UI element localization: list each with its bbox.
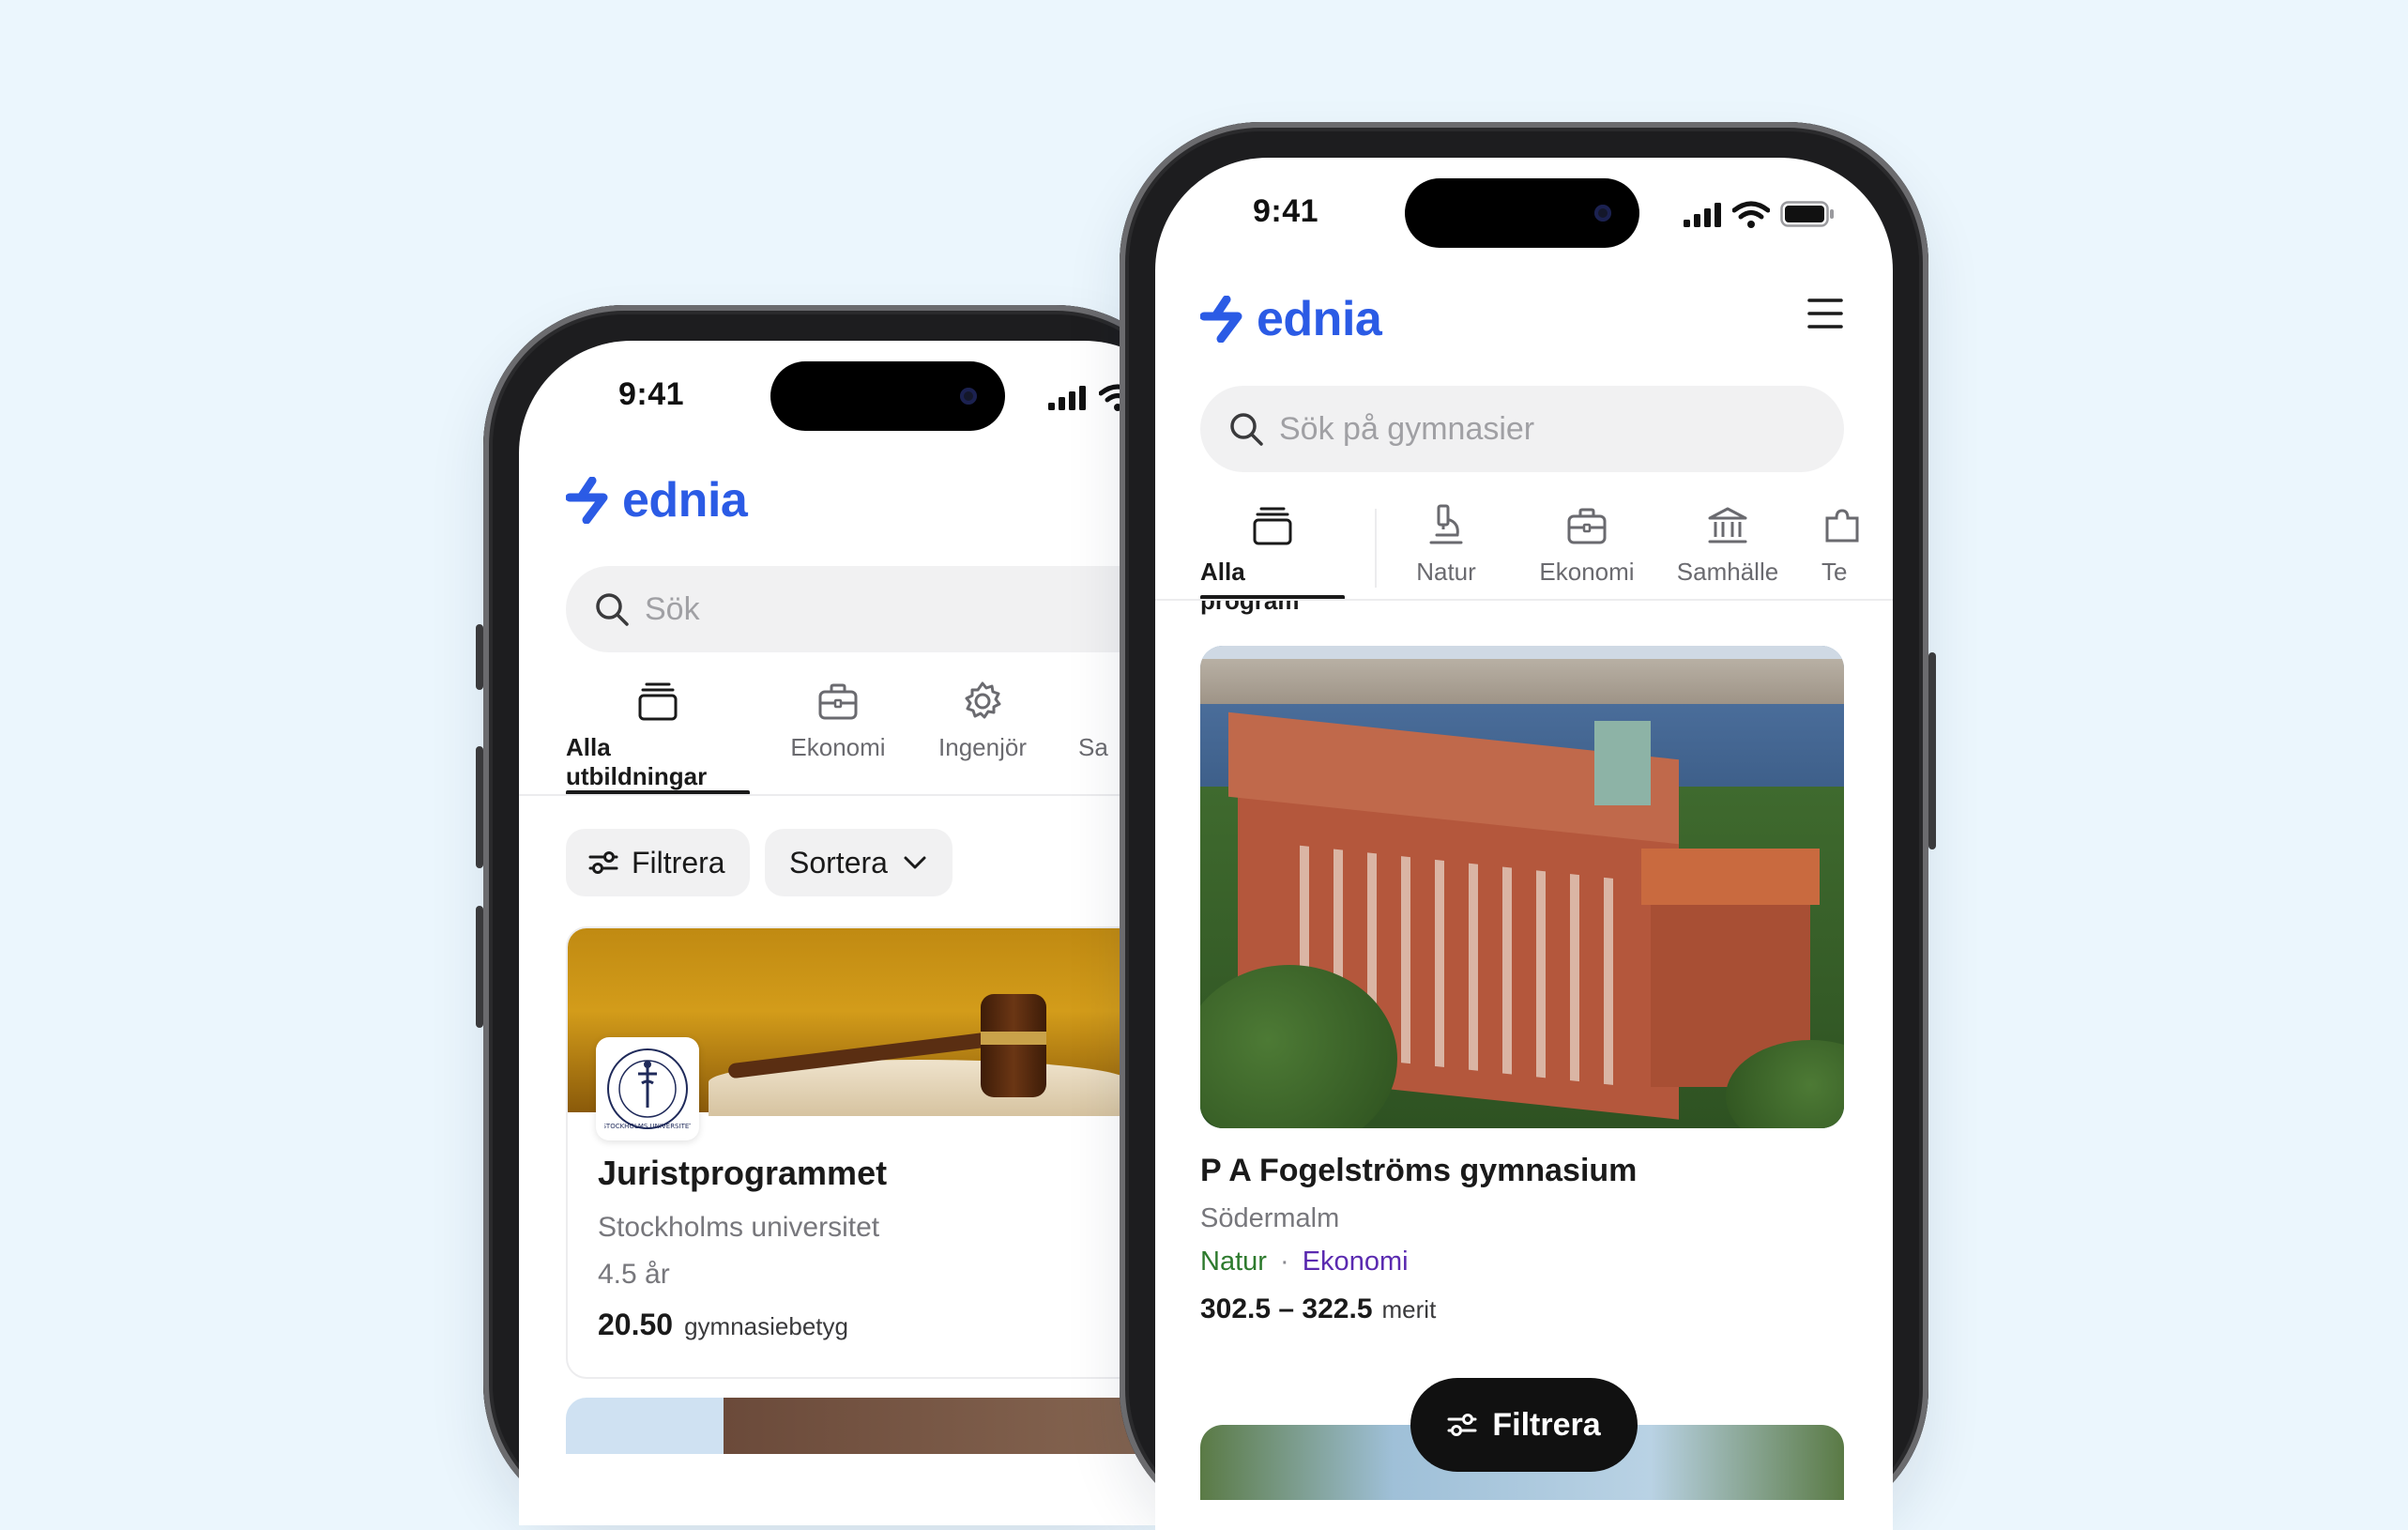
school-area: Södermalm [1200,1203,1340,1233]
seal-text: STOCKHOLMS UNIVERSITET [604,1123,691,1130]
program-score-unit: gymnasiebetyg [684,1312,848,1340]
program-card[interactable]: STOCKHOLMS UNIVERSITET Juristprogrammet … [566,926,1196,1379]
signal-icon [1684,203,1721,227]
search-placeholder: Sök på gymnasier [1279,410,1535,447]
tab-label: Ekonomi [790,733,886,761]
search-icon [1230,413,1263,446]
school-score-unit: merit [1381,1295,1437,1323]
tag-natur: Natur [1200,1247,1267,1277]
tab-ekonomi[interactable]: Ekonomi [782,681,894,762]
ednia-logo-icon [1200,296,1242,343]
tab-label: Natur [1416,558,1476,586]
school-tags: Natur · Ekonomi [1200,1247,1409,1278]
stack-icon [638,682,678,721]
camera-icon [1594,205,1611,222]
tag-separator: · [1279,1247,1289,1277]
program-university: Stockholms universitet [598,1212,880,1243]
left-phone: 9:41 ednia Sök Alla utbildningar Ekonomi… [476,305,1196,1525]
floating-filter-label: Filtrera [1492,1406,1601,1443]
right-screen: 9:41 ednia Sök på gymnasier Alla program… [1155,158,1893,1530]
wifi-icon [1732,201,1770,228]
ednia-logo[interactable]: ednia [566,472,748,528]
next-card-peek [566,1398,1196,1454]
tab-ingenjor[interactable]: Ingenjör [926,681,1039,762]
tab-alla-utbildningar[interactable]: Alla utbildningar [566,681,750,791]
volume-button-1 [476,746,483,868]
dynamic-island [770,361,1005,431]
search-input[interactable]: Sök [566,566,1196,652]
tabs-divider [1155,599,1893,601]
sliders-icon [588,851,618,874]
status-time: 9:41 [618,376,685,412]
sliders-icon [1447,1414,1477,1436]
floating-filter-button[interactable]: Filtrera [1410,1378,1638,1472]
university-seal: STOCKHOLMS UNIVERSITET [596,1037,699,1140]
image-tower [1594,721,1651,805]
puzzle-icon [1825,509,1859,543]
search-input[interactable]: Sök på gymnasier [1200,386,1844,472]
program-title: Juristprogrammet [598,1154,888,1192]
hamburger-menu-icon[interactable] [1806,297,1844,330]
camera-icon [960,388,977,405]
gavel-head [981,994,1046,1097]
tab-label: Samhälle [1676,558,1779,586]
volume-button-2 [476,906,483,1028]
status-time: 9:41 [1253,193,1319,229]
battery-icon [1780,201,1834,227]
chevron-down-icon [904,856,926,869]
logo-text: ednia [622,473,748,528]
tab-ekonomi[interactable]: Ekonomi [1529,505,1645,587]
school-image[interactable] [1200,646,1844,1128]
ednia-logo[interactable]: ednia [1200,291,1382,347]
power-button [1928,652,1936,849]
briefcase-icon [1567,508,1607,544]
left-screen: 9:41 ednia Sök Alla utbildningar Ekonomi… [519,341,1196,1525]
image-roof-wing [1641,849,1820,905]
tab-label: Sa [1078,733,1108,761]
microscope-icon [1429,504,1463,544]
dynamic-island [1405,178,1639,248]
tab-natur[interactable]: Natur [1390,503,1502,587]
tab-label: Te [1821,558,1848,586]
school-title: P A Fogelströms gymnasium [1200,1153,1638,1188]
stack-icon [1253,507,1292,545]
university-seal-icon: STOCKHOLMS UNIVERSITET [604,1048,691,1130]
ednia-logo-icon [566,477,608,524]
tab-separator [1375,509,1377,588]
volume-up-button [476,624,483,690]
signal-icon [1048,386,1086,410]
right-phone: 9:41 ednia Sök på gymnasier Alla program… [1120,122,1936,1530]
tab-samhalle[interactable]: Samhälle [1669,505,1786,587]
bank-building-icon [1708,507,1747,543]
tab-teknik-partial[interactable]: Te [1821,505,1878,587]
tab-label: Alla utbildningar [566,733,708,790]
tabs-divider [519,794,1196,796]
filter-label: Filtrera [632,845,725,880]
search-placeholder: Sök [645,590,700,627]
program-duration: 4.5 år [598,1259,670,1290]
tab-label: Alla program [1200,558,1300,615]
tab-label: Ingenjör [938,733,1027,761]
gavel-band [981,1032,1046,1045]
search-icon [596,593,629,626]
logo-text: ednia [1257,292,1382,346]
school-score-range: 302.5 – 322.5 [1200,1293,1373,1324]
sort-label: Sortera [789,845,888,880]
program-score: 20.50 [598,1308,674,1341]
sort-button[interactable]: Sortera [765,829,953,896]
program-score-row: 20.50 gymnasiebetyg [598,1308,848,1342]
tag-ekonomi: Ekonomi [1302,1247,1409,1277]
school-score-row: 302.5 – 322.5 merit [1200,1293,1436,1325]
briefcase-icon [818,683,858,720]
tab-label: Ekonomi [1539,558,1635,586]
gear-icon [965,681,1001,719]
filter-button[interactable]: Filtrera [566,829,750,896]
